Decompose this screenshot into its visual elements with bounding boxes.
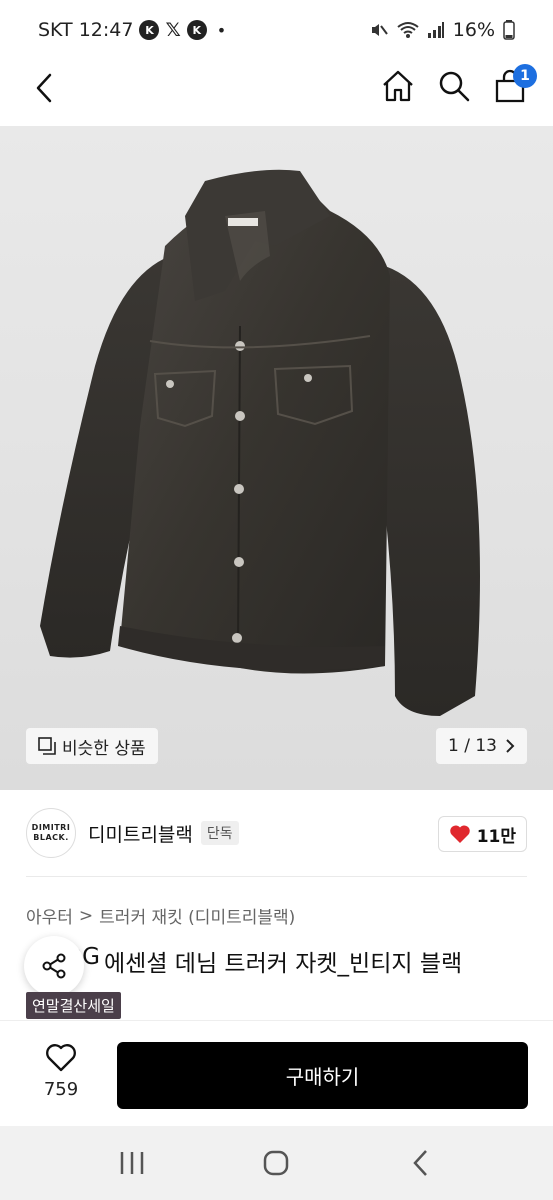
battery-icon <box>503 20 515 40</box>
jacket-image <box>40 169 480 716</box>
similar-products-button[interactable]: 비슷한 상품 <box>26 728 158 764</box>
cart-count-badge: 1 <box>513 64 537 88</box>
search-button[interactable] <box>437 64 471 108</box>
divider <box>26 876 527 877</box>
recent-apps-button[interactable] <box>102 1138 162 1188</box>
heart-filled-icon <box>449 825 470 843</box>
back-button[interactable] <box>28 68 60 108</box>
share-icon <box>42 953 66 979</box>
sale-badge: 연말결산세일 <box>26 992 121 1019</box>
status-left: SKT 12:47 K 𝕏 K • <box>38 19 226 41</box>
back-icon <box>36 73 52 103</box>
signal-icon <box>427 21 445 39</box>
nav-icons: 1 <box>381 64 537 108</box>
bottom-purchase-bar: 759 구매하기 <box>0 1020 553 1126</box>
status-right: 16% <box>369 19 515 41</box>
similar-icon <box>38 737 56 755</box>
search-icon <box>439 71 470 102</box>
wifi-icon <box>397 21 419 39</box>
android-nav-bar <box>0 1126 553 1200</box>
image-counter[interactable]: 1 / 13 <box>436 728 527 764</box>
brand-logo[interactable]: DIMITRI BLACK. <box>26 808 76 858</box>
cart-button[interactable]: 1 <box>493 64 537 108</box>
dot-icon: • <box>216 20 227 40</box>
battery-percent: 16% <box>452 19 495 41</box>
breadcrumb-separator: > <box>78 905 94 926</box>
recent-apps-icon <box>120 1152 144 1174</box>
mute-icon <box>369 20 389 40</box>
brand-like-count: 11만 <box>476 826 516 847</box>
home-icon <box>383 70 413 102</box>
breadcrumb: 아우터 > 트러커 재킷 (디미트리블랙) <box>26 903 295 929</box>
chevron-right-icon <box>506 739 515 753</box>
status-time: SKT 12:47 <box>38 19 134 41</box>
breadcrumb-trucker-jacket[interactable]: 트러커 재킷 (디미트리블랙) <box>99 903 295 928</box>
breadcrumb-outer[interactable]: 아우터 <box>26 903 73 928</box>
brand-like-button[interactable]: 11만 <box>437 816 527 852</box>
x-icon: 𝕏 <box>165 19 181 41</box>
image-counter-text: 1 / 13 <box>448 736 497 756</box>
brand-name[interactable]: 디미트리블랙 <box>88 820 193 847</box>
top-nav: 1 <box>0 60 553 174</box>
status-bar: SKT 12:47 K 𝕏 K • 16% <box>0 0 553 60</box>
brand-logo-line1: DIMITRI <box>31 823 71 832</box>
buy-button[interactable]: 구매하기 <box>117 1042 528 1109</box>
brand-row: DIMITRI BLACK. 디미트리블랙 단독 11만 <box>0 806 553 860</box>
home-circle-icon <box>264 1150 289 1176</box>
exclusive-tag: 단독 <box>200 821 239 845</box>
wishlist-button[interactable]: 759 <box>28 1043 94 1100</box>
home-button[interactable] <box>381 64 415 108</box>
share-button[interactable] <box>24 936 84 996</box>
heart-outline-icon <box>46 1044 76 1072</box>
wishlist-count: 759 <box>43 1079 79 1100</box>
back-chevron-icon <box>413 1150 427 1176</box>
product-title: 에센셜 데님 트러커 자켓_빈티지 블랙 <box>104 951 463 977</box>
brand-logo-line2: BLACK. <box>33 833 69 842</box>
home-nav-button[interactable] <box>246 1138 306 1188</box>
similar-products-label: 비슷한 상품 <box>62 738 146 759</box>
back-nav-button[interactable] <box>391 1138 451 1188</box>
product-image[interactable]: 비슷한 상품 1 / 13 <box>0 126 553 790</box>
k-app-icon: K <box>186 20 207 40</box>
k-app-icon: K <box>139 20 160 40</box>
